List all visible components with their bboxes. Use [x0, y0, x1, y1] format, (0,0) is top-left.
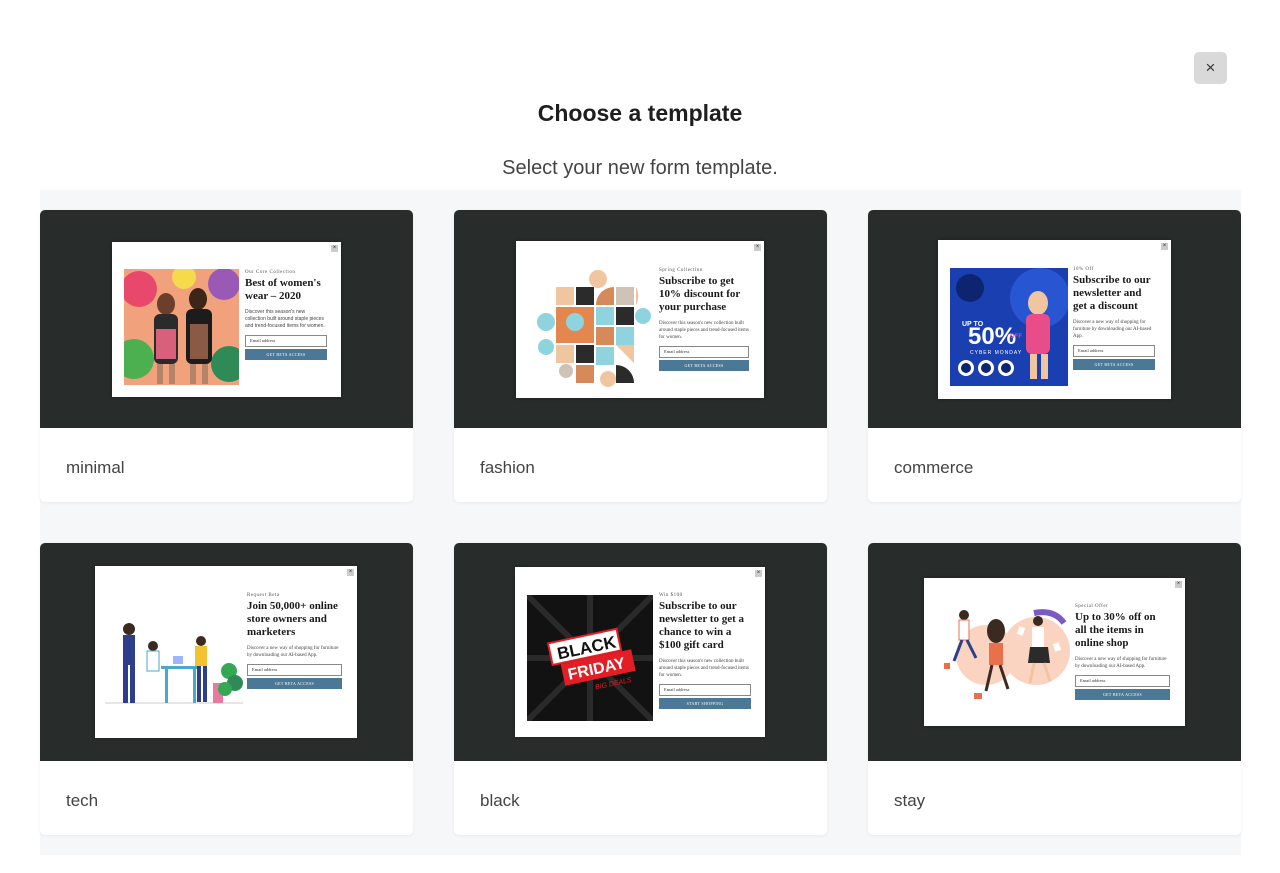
- popup-cta-button: GET BETA ACCESS: [245, 349, 327, 360]
- template-preview: ×: [40, 210, 413, 428]
- template-card-commerce[interactable]: × UP TO 50% OFF CYBER MONDAY 10% Off Sub…: [868, 210, 1241, 502]
- template-card-fashion[interactable]: × Spring Collection Subscribe to get 10%…: [454, 210, 827, 502]
- template-preview: × BLACK FRIDAY BIG DEALS Win $100 Subscr…: [454, 543, 827, 761]
- popup-content: Win $100 Subscribe to our newsletter to …: [659, 593, 751, 709]
- popup-content: Spring Collection Subscribe to get 10% d…: [659, 268, 749, 371]
- popup-description: Discover this season's new collection bu…: [245, 309, 325, 329]
- popup-description: Discover a new way of shopping for furni…: [1073, 320, 1152, 339]
- popup-content: Our Core Collection Best of women's wear…: [245, 270, 327, 360]
- popup-close-icon: ×: [331, 245, 338, 252]
- popup-eyebrow: 10% Off: [1073, 267, 1094, 272]
- cyber-monday-image: UP TO 50% OFF CYBER MONDAY: [950, 268, 1068, 386]
- popup-cta-button: START SHOPPING: [659, 698, 751, 709]
- template-card-stay[interactable]: × Special Offer Up to 30% off on all the…: [868, 543, 1241, 835]
- popup-eyebrow: Our Core Collection: [245, 270, 296, 275]
- popup-description: Discover a new way of shopping for furni…: [1075, 657, 1167, 669]
- popup-email-field: Email address: [245, 335, 327, 347]
- template-preview: ×: [40, 543, 413, 761]
- fashion-photo-image: [124, 269, 239, 385]
- close-button[interactable]: ×: [1194, 52, 1227, 84]
- popup-email-field: Email address: [659, 684, 751, 696]
- popup-email-field: Email address: [1073, 345, 1155, 357]
- popup-cta-button: GET BETA ACCESS: [1073, 359, 1155, 370]
- template-name: stay: [894, 791, 926, 810]
- popup-headline: Subscribe to get 10% discount for your p…: [659, 275, 741, 313]
- popup-email-field: Email address: [1075, 675, 1170, 687]
- popup-description: Discover this season's new collection bu…: [659, 321, 749, 340]
- popup-headline: Best of women's wear – 2020: [245, 277, 321, 302]
- page-title: Choose a template: [537, 100, 743, 126]
- page-subtitle: Select your new form template.: [502, 157, 778, 179]
- preview-popup: ×: [924, 578, 1185, 726]
- popup-eyebrow: Request Beta: [247, 593, 280, 598]
- team-illustration-image: [105, 611, 243, 711]
- template-preview: ×: [868, 543, 1241, 761]
- celebration-illustration-image: [934, 603, 1072, 715]
- popup-content: Request Beta Join 50,000+ online store o…: [247, 593, 342, 689]
- popup-description: Discover a new way of shopping for furni…: [247, 646, 339, 658]
- popup-headline: Join 50,000+ online store owners and mar…: [247, 600, 338, 638]
- promo-percent: 50%: [968, 323, 1016, 350]
- preview-popup: ×: [95, 566, 357, 738]
- preview-popup: ×: [516, 241, 764, 398]
- popup-email-field: Email address: [247, 664, 342, 676]
- popup-cta-button: GET BETA ACCESS: [247, 678, 342, 689]
- popup-cta-button: GET BETA ACCESS: [659, 360, 749, 371]
- popup-close-icon: ×: [1161, 243, 1168, 250]
- promo-suffix: OFF: [1010, 334, 1022, 340]
- geometric-pattern-image: [526, 267, 654, 387]
- promo-caption: CYBER MONDAY: [970, 350, 1022, 356]
- popup-headline: Up to 30% off on all the items in online…: [1075, 611, 1156, 649]
- popup-description: Discover this season's new collection bu…: [659, 659, 749, 678]
- popup-eyebrow: Spring Collection: [659, 268, 703, 273]
- template-preview: × UP TO 50% OFF CYBER MONDAY 10% Off Sub…: [868, 210, 1241, 428]
- popup-content: 10% Off Subscribe to our newsletter and …: [1073, 267, 1155, 370]
- popup-content: Special Offer Up to 30% off on all the i…: [1075, 604, 1170, 700]
- template-card-minimal[interactable]: × Our Core Collection Best of women's we…: [40, 210, 413, 502]
- preview-popup: × BLACK FRIDAY BIG DEALS Win $100 Subscr…: [515, 567, 765, 737]
- popup-eyebrow: Win $100: [659, 593, 683, 598]
- close-icon: ×: [1205, 58, 1216, 77]
- popup-close-icon: ×: [347, 569, 354, 576]
- template-name: fashion: [480, 458, 535, 477]
- template-preview: ×: [454, 210, 827, 428]
- popup-email-field: Email address: [659, 346, 749, 358]
- popup-close-icon: ×: [755, 570, 762, 577]
- template-name: minimal: [66, 458, 125, 477]
- template-card-black[interactable]: × BLACK FRIDAY BIG DEALS Win $100 Subscr…: [454, 543, 827, 835]
- popup-close-icon: ×: [1175, 581, 1182, 588]
- popup-cta-button: GET BETA ACCESS: [1075, 689, 1170, 700]
- template-name: tech: [66, 791, 99, 810]
- template-name: black: [480, 791, 520, 810]
- popup-headline: Subscribe to our newsletter and get a di…: [1073, 274, 1151, 312]
- black-friday-image: BLACK FRIDAY BIG DEALS: [527, 595, 653, 721]
- popup-close-icon: ×: [754, 244, 761, 251]
- popup-eyebrow: Special Offer: [1075, 604, 1109, 609]
- template-name: commerce: [894, 458, 974, 477]
- template-card-tech[interactable]: × Request Beta Join 50,000+ online store…: [40, 543, 413, 835]
- preview-popup: ×: [112, 242, 341, 397]
- preview-popup: × UP TO 50% OFF CYBER MONDAY 10% Off Sub…: [938, 240, 1171, 399]
- popup-headline: Subscribe to our newsletter to get a cha…: [659, 600, 745, 651]
